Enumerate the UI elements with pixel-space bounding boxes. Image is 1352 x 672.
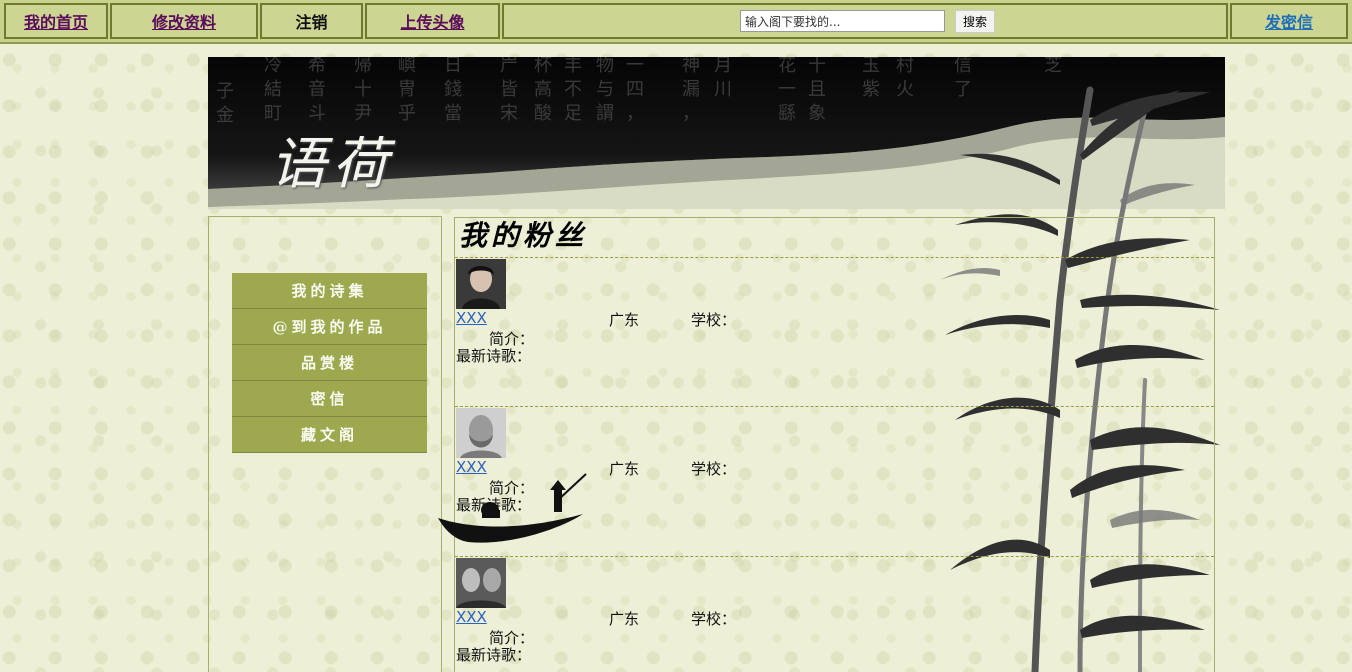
svg-text:丰: 丰 <box>564 57 582 76</box>
svg-text:謂: 謂 <box>596 103 614 124</box>
svg-text:酸: 酸 <box>534 103 552 124</box>
sidebar-item-mentions[interactable]: @到我的作品 <box>232 309 427 345</box>
svg-text:皆: 皆 <box>500 79 518 100</box>
top-nav: 我的首页 修改资料 注销 上传头像 发密信 搜索 <box>0 0 1352 44</box>
nav-cell-home: 我的首页 <box>4 3 108 39</box>
svg-text:神: 神 <box>682 57 700 76</box>
svg-text:紫: 紫 <box>862 79 880 100</box>
nav-home-link[interactable]: 我的首页 <box>24 9 88 33</box>
nav-cell-message: 发密信 <box>1230 3 1348 39</box>
svg-text:象: 象 <box>808 103 826 124</box>
site-logo: 语荷 <box>270 132 394 197</box>
svg-text:冷: 冷 <box>264 57 282 76</box>
svg-text:漏: 漏 <box>682 79 700 100</box>
svg-text:金: 金 <box>216 105 234 126</box>
fan-school-label: 学校： <box>691 311 737 329</box>
fan-name-link[interactable]: XXX <box>456 608 487 626</box>
svg-text:當: 當 <box>444 103 462 124</box>
svg-text:嶼: 嶼 <box>398 57 416 76</box>
svg-text:，: ， <box>626 103 644 124</box>
avatar-photo-icon <box>456 259 506 309</box>
svg-text:音: 音 <box>308 79 326 100</box>
nav-cell-upload: 上传头像 <box>365 3 500 39</box>
fan-list-item: XXX 广东 学校： 简介： 最新诗歌： <box>455 556 1214 672</box>
svg-text:川: 川 <box>714 79 732 100</box>
svg-text:物: 物 <box>596 57 614 76</box>
nav-logout-link[interactable]: 注销 <box>295 9 327 33</box>
nav-edit-profile-link[interactable]: 修改资料 <box>152 9 216 33</box>
fan-latest-poem-label: 最新诗歌： <box>456 347 532 365</box>
svg-text:十: 十 <box>354 79 372 100</box>
page-title: 我的粉丝 <box>459 219 588 252</box>
svg-text:足: 足 <box>564 103 582 124</box>
svg-text:高: 高 <box>534 79 552 100</box>
nav-cell-edit: 修改资料 <box>110 3 258 39</box>
fan-province: 广东 <box>609 610 640 628</box>
svg-text:十: 十 <box>808 57 826 76</box>
search-button[interactable]: 搜索 <box>955 10 995 33</box>
svg-text:一: 一 <box>778 79 796 100</box>
fan-province: 广东 <box>609 460 640 478</box>
svg-text:子: 子 <box>216 81 234 102</box>
fan-latest-poem-label: 最新诗歌： <box>456 646 532 664</box>
svg-text:玉: 玉 <box>862 57 880 76</box>
fan-list-item: XXX 广东 学校： 简介： 最新诗歌： <box>455 257 1214 406</box>
svg-text:繇: 繇 <box>778 103 796 124</box>
nav-cell-logout: 注销 <box>260 3 363 39</box>
svg-text:四: 四 <box>626 79 644 100</box>
svg-text:与: 与 <box>596 79 614 100</box>
nav-upload-avatar-link[interactable]: 上传头像 <box>400 9 464 33</box>
boat-silhouette-icon <box>438 473 587 543</box>
avatar-photo-icon <box>456 408 506 458</box>
sidebar-item-poems[interactable]: 我的诗集 <box>232 273 427 309</box>
svg-text:乎: 乎 <box>398 103 416 124</box>
fan-school-label: 学校： <box>691 610 737 628</box>
svg-text:杯: 杯 <box>534 57 552 76</box>
svg-text:帰: 帰 <box>354 57 372 76</box>
sidebar-item-private-messages[interactable]: 密信 <box>232 381 427 417</box>
svg-text:一: 一 <box>626 57 644 76</box>
svg-text:日: 日 <box>444 57 462 76</box>
svg-text:希: 希 <box>308 57 326 76</box>
svg-text:屵: 屵 <box>500 57 518 76</box>
search-input[interactable] <box>740 10 945 32</box>
svg-text:火: 火 <box>896 79 914 100</box>
svg-text:月: 月 <box>714 57 732 76</box>
svg-text:不: 不 <box>564 79 582 100</box>
fan-school-label: 学校： <box>691 460 737 478</box>
svg-text:冑: 冑 <box>398 79 416 100</box>
svg-text:結: 結 <box>264 79 282 100</box>
sidebar-item-library[interactable]: 藏文阁 <box>232 417 427 453</box>
fan-province: 广东 <box>609 311 640 329</box>
svg-text:且: 且 <box>808 79 826 100</box>
svg-text:村: 村 <box>896 57 914 76</box>
sidebar-menu: 我的诗集 @到我的作品 品赏楼 密信 藏文阁 <box>232 273 427 453</box>
fan-name-link[interactable]: XXX <box>456 309 487 327</box>
avatar-photo-icon <box>456 558 506 608</box>
nav-send-message-link[interactable]: 发密信 <box>1265 9 1313 33</box>
svg-text:，: ， <box>682 103 700 124</box>
svg-text:花: 花 <box>778 57 796 76</box>
sidebar-item-appreciation[interactable]: 品赏楼 <box>232 345 427 381</box>
svg-text:錢: 錢 <box>444 79 462 100</box>
svg-text:宋: 宋 <box>500 103 518 124</box>
